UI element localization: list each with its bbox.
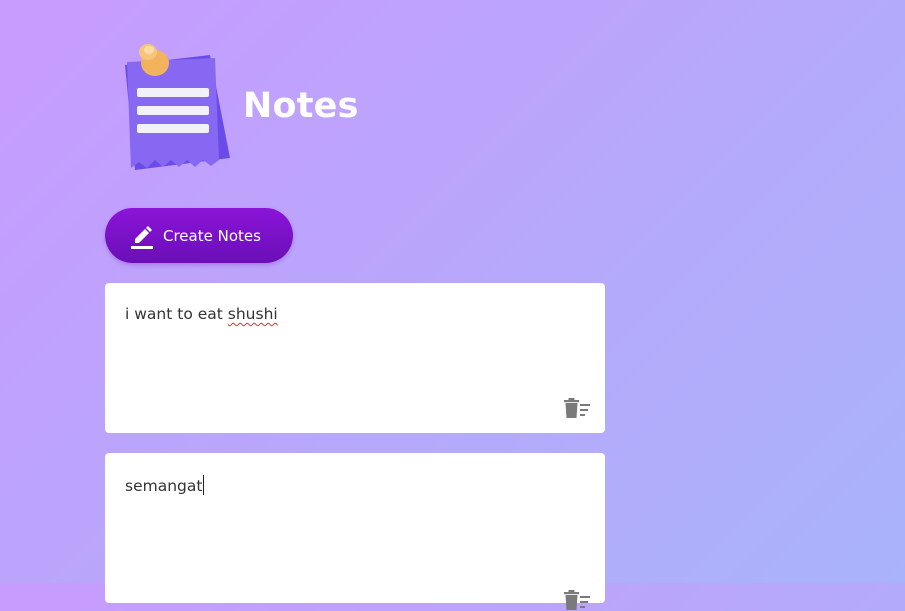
note-card[interactable]: i want to eat shushi — [105, 283, 605, 433]
note-text-prefix: i want to eat — [125, 305, 228, 323]
create-notes-button[interactable]: Create Notes — [105, 208, 293, 263]
trash-list-icon[interactable] — [563, 589, 591, 611]
note-text[interactable]: i want to eat shushi — [125, 305, 278, 323]
create-notes-label: Create Notes — [163, 226, 261, 245]
misspelled-word: shushi — [227, 305, 278, 323]
page-title: Notes — [243, 86, 359, 126]
note-text[interactable]: semangat — [125, 475, 205, 495]
notepad-pushpin-icon — [125, 44, 230, 170]
header: Notes — [115, 40, 358, 180]
pencil-icon — [131, 225, 153, 249]
note-card[interactable]: semangat — [105, 453, 605, 610]
trash-list-icon[interactable] — [563, 397, 591, 419]
text-caret — [203, 475, 205, 495]
note-text-content: semangat — [125, 477, 203, 495]
